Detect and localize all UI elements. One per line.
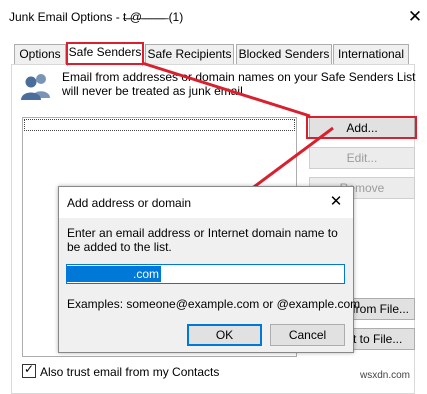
dialog-title: Add address or domain: [67, 196, 192, 210]
safe-senders-description: Email from addresses or domain names on …: [62, 70, 416, 98]
trust-contacts-row[interactable]: ✓ Also trust email from my Contacts: [22, 362, 220, 379]
tab-blocked-senders[interactable]: Blocked Senders: [236, 44, 332, 64]
add-button-highlight-box: [306, 116, 417, 139]
list-focus-row[interactable]: [24, 119, 295, 131]
trust-contacts-checkbox[interactable]: ✓: [22, 362, 36, 378]
tab-safe-recipients[interactable]: Safe Recipients: [145, 44, 234, 64]
ok-button[interactable]: OK: [187, 324, 262, 346]
dialog-examples: Examples: someone@example.com or @exampl…: [67, 297, 361, 311]
check-icon: ✓: [24, 362, 35, 376]
cancel-button[interactable]: Cancel: [270, 324, 345, 346]
add-address-dialog: Add address or domain ✕ Enter an email a…: [58, 186, 360, 353]
people-icon: [20, 72, 52, 103]
watermark: wsxdn.com: [360, 370, 411, 381]
dialog-close-icon[interactable]: ✕: [327, 193, 345, 211]
address-input[interactable]: .com: [66, 264, 345, 284]
close-icon[interactable]: ✕: [405, 7, 425, 27]
edit-button[interactable]: Edit...: [309, 147, 415, 169]
dialog-title-bar: Add address or domain ✕: [59, 187, 353, 218]
title-bar: Junk Email Options - t̶ ̶@̶ ̶ ̶ ̶ ̶ ̶ ̶ …: [0, 0, 427, 36]
tab-options[interactable]: Options: [14, 44, 66, 64]
dialog-instruction: Enter an email address or Internet domai…: [67, 226, 338, 254]
tab-international[interactable]: International: [333, 44, 409, 64]
tab-highlight-box: [66, 42, 144, 65]
address-input-value: .com: [67, 266, 162, 282]
trust-contacts-label: Also trust email from my Contacts: [40, 365, 220, 379]
window-title: Junk Email Options - t̶ ̶@̶ ̶ ̶ ̶ ̶ ̶ ̶ …: [9, 10, 184, 24]
